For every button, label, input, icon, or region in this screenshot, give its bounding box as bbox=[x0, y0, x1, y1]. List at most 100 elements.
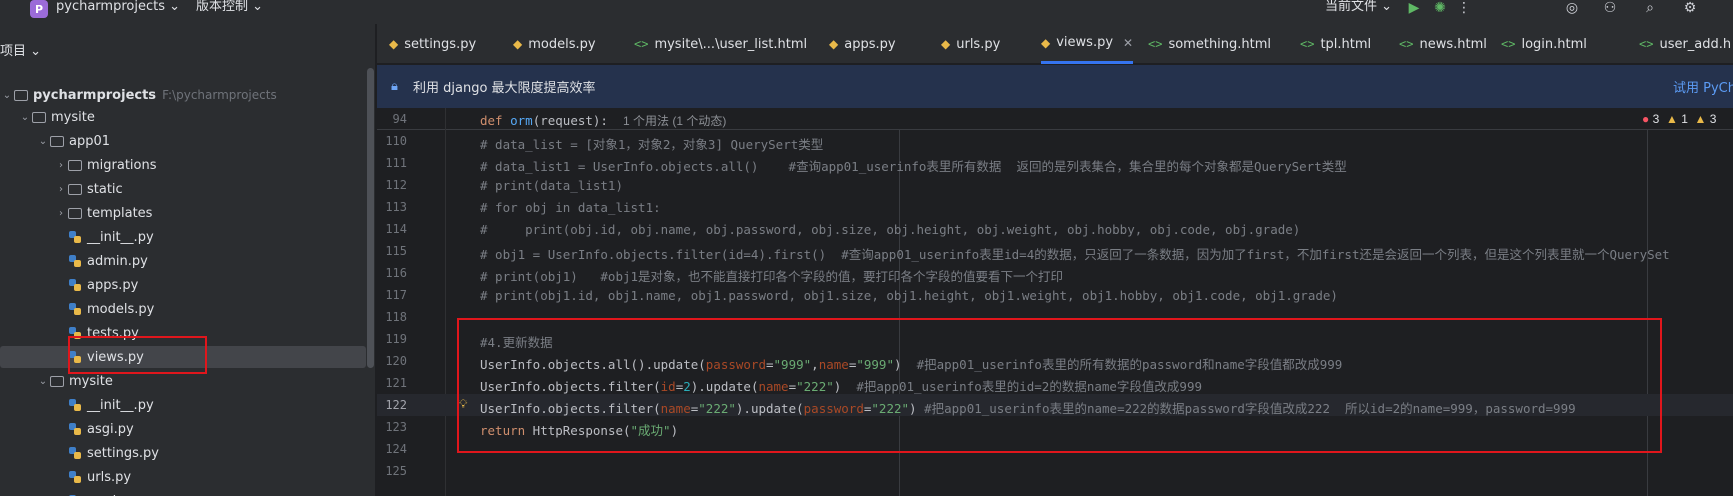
tab-news-html[interactable]: <> news.html bbox=[1399, 24, 1487, 64]
tree-root[interactable]: ⌄ pycharmprojects F:\pycharmprojects bbox=[0, 84, 366, 106]
highlight-box-views-file bbox=[68, 336, 207, 374]
tree-item[interactable]: apps.py bbox=[0, 274, 366, 296]
trial-link[interactable]: 试用 PyCh bbox=[1673, 77, 1733, 96]
lock-icon: 🔒︎ bbox=[391, 79, 398, 94]
python-file-icon: ◆ bbox=[513, 37, 523, 51]
python-file-icon bbox=[68, 398, 82, 412]
python-file-icon bbox=[68, 302, 82, 316]
debug-icon[interactable]: ✺ bbox=[1430, 0, 1450, 16]
tree-item[interactable]: ⌄ app01 bbox=[0, 130, 366, 152]
tree-root-label: pycharmprojects bbox=[33, 87, 157, 103]
tree-item[interactable]: models.py bbox=[0, 298, 366, 320]
sidebar-scrollbar[interactable] bbox=[367, 68, 374, 368]
project-switcher[interactable]: pycharmprojects ⌄ bbox=[56, 0, 180, 14]
close-tab-icon[interactable]: ✕ bbox=[1123, 36, 1133, 50]
folder-icon bbox=[50, 375, 64, 387]
tab-something-html[interactable]: <> something.html bbox=[1148, 24, 1271, 64]
chevron-down-icon[interactable]: ⌄ bbox=[18, 112, 32, 123]
tab-models-py[interactable]: ◆ models.py bbox=[513, 24, 596, 64]
chevron-right-icon[interactable]: › bbox=[54, 184, 68, 195]
tree-item-label: urls.py bbox=[87, 469, 132, 485]
code-line[interactable]: # obj1 = UserInfo.objects.filter(id=4).f… bbox=[480, 244, 1670, 263]
line-number: 112 bbox=[385, 178, 407, 192]
python-file-icon: ◆ bbox=[1041, 35, 1051, 50]
tree-item[interactable]: __init__.py bbox=[0, 394, 366, 416]
line-number: 120 bbox=[385, 354, 407, 368]
tree-item[interactable]: admin.py bbox=[0, 250, 366, 272]
tab-apps-py[interactable]: ◆ apps.py bbox=[829, 24, 896, 64]
line-number: 94 bbox=[392, 112, 407, 126]
chevron-down-icon: ⌄ bbox=[30, 44, 42, 59]
search-icon[interactable]: ⌕ bbox=[1640, 0, 1660, 16]
chevron-down-icon: ⌄ bbox=[169, 0, 181, 14]
html-file-icon: <> bbox=[1639, 37, 1654, 51]
tree-item-label: templates bbox=[87, 205, 153, 221]
tab-label: urls.py bbox=[956, 36, 1001, 52]
chevron-down-icon[interactable]: ⌄ bbox=[36, 376, 50, 387]
tab-views-py[interactable]: ◆ views.py ✕ bbox=[1041, 24, 1134, 64]
run-icon[interactable]: ▶ bbox=[1404, 0, 1424, 16]
chevron-right-icon[interactable]: › bbox=[54, 208, 68, 219]
line-number: 113 bbox=[385, 200, 407, 214]
tab-urls-py[interactable]: ◆ urls.py bbox=[941, 24, 1000, 64]
tab-label: tpl.html bbox=[1320, 36, 1372, 52]
tree-item-label: mysite bbox=[51, 109, 95, 125]
html-file-icon: <> bbox=[1399, 37, 1414, 51]
add-user-icon[interactable]: ⚇ bbox=[1600, 0, 1620, 16]
tab-mysite-user-list-html[interactable]: <> mysite\...\user_list.html bbox=[634, 24, 807, 64]
tab-login-html[interactable]: <> login.html bbox=[1501, 24, 1587, 64]
inspection-widget[interactable]: ● 3 ▲ 1 ▲ 3 bbox=[1642, 112, 1716, 126]
line-number: 116 bbox=[385, 266, 407, 280]
tree-item[interactable]: › static bbox=[0, 178, 366, 200]
project-panel-header[interactable]: 项目 ⌄ bbox=[0, 40, 41, 59]
tab-settings-py[interactable]: ◆ settings.py bbox=[389, 24, 476, 64]
promo-banner: 🔒︎ 利用 django 最大限度提高效率 试用 PyCh bbox=[377, 65, 1733, 108]
tree-item[interactable]: urls.py bbox=[0, 466, 366, 488]
banner-message: 利用 django 最大限度提高效率 bbox=[413, 81, 596, 96]
tree-item-label: __init__.py bbox=[87, 397, 154, 413]
folder-icon bbox=[32, 111, 46, 123]
python-file-icon bbox=[68, 422, 82, 436]
project-badge[interactable]: P bbox=[30, 0, 48, 18]
tab-user-add-h[interactable]: <> user_add.h bbox=[1639, 24, 1731, 64]
code-line[interactable]: # data_list = [对象1，对象2，对象3] QuerySert类型 bbox=[480, 134, 823, 153]
code-line[interactable]: # print(data_list1) bbox=[480, 178, 623, 193]
more-icon[interactable]: ⋮ bbox=[1454, 0, 1474, 16]
tree-item[interactable]: __init__.py bbox=[0, 226, 366, 248]
tree-item[interactable]: wsgi.py bbox=[0, 490, 366, 496]
ai-assistant-icon[interactable]: ◎ bbox=[1562, 0, 1582, 16]
chevron-down-icon[interactable]: ⌄ bbox=[36, 136, 50, 147]
sticky-scope-header[interactable]: 94 def orm(request): 1 个用法 (1 个动态) ● 3 ▲… bbox=[377, 108, 1733, 130]
tab-label: settings.py bbox=[404, 36, 477, 52]
code-line[interactable]: # print(obj.id, obj.name, obj.password, … bbox=[480, 222, 1300, 237]
tree-item-label: __init__.py bbox=[87, 229, 154, 245]
run-config-selector[interactable]: 当前文件 ⌄ bbox=[1325, 0, 1392, 14]
tree-item[interactable]: settings.py bbox=[0, 442, 366, 464]
settings-gear-icon[interactable]: ⚙ bbox=[1680, 0, 1700, 16]
python-file-icon bbox=[68, 470, 82, 484]
tab-tpl-html[interactable]: <> tpl.html bbox=[1300, 24, 1371, 64]
error-icon: ● bbox=[1642, 112, 1650, 126]
tree-item[interactable]: asgi.py bbox=[0, 418, 366, 440]
code-line[interactable]: # print(obj1) #obj1是对象，也不能直接打印各个字段的值，要打印… bbox=[480, 266, 1063, 285]
html-file-icon: <> bbox=[1300, 37, 1315, 51]
tree-item-label: static bbox=[87, 181, 123, 197]
chevron-right-icon[interactable]: › bbox=[54, 160, 68, 171]
line-number: 125 bbox=[385, 464, 407, 478]
code-line[interactable]: # for obj in data_list1: bbox=[480, 200, 661, 215]
warning-icon: ▲ bbox=[1665, 112, 1678, 126]
tree-item[interactable]: › templates bbox=[0, 202, 366, 224]
line-number: 118 bbox=[385, 310, 407, 324]
tree-item-label: mysite bbox=[69, 373, 113, 389]
code-line[interactable]: # print(obj1.id, obj1.name, obj1.passwor… bbox=[480, 288, 1338, 303]
tree-item-label: app01 bbox=[69, 133, 111, 149]
tree-item[interactable]: › migrations bbox=[0, 154, 366, 176]
line-number: 124 bbox=[385, 442, 407, 456]
tree-item[interactable]: ⌄ mysite bbox=[0, 106, 366, 128]
tab-label: something.html bbox=[1168, 36, 1272, 52]
chevron-down-icon: ⌄ bbox=[2, 89, 12, 101]
usage-hint: 1 个用法 (1 个动态) bbox=[623, 114, 727, 128]
vcs-menu[interactable]: 版本控制 ⌄ bbox=[196, 0, 263, 14]
title-bar: P pycharmprojects ⌄ 版本控制 ⌄ 当前文件 ⌄ ▶ ✺ ⋮ … bbox=[0, 0, 1733, 24]
code-line[interactable]: # data_list1 = UserInfo.objects.all() #查… bbox=[480, 156, 1347, 175]
